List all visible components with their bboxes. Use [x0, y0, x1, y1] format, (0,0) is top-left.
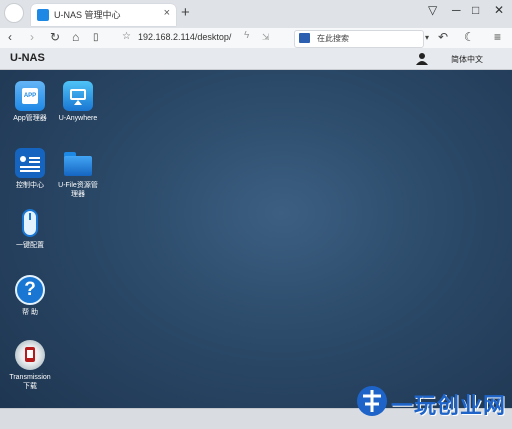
- desktop-icon-help[interactable]: ? 帮 助: [0, 275, 60, 317]
- desktop-icon-label: 帮 助: [22, 309, 38, 316]
- lightning-icon[interactable]: ϟ: [244, 30, 249, 41]
- menu-icon[interactable]: ≡: [494, 30, 501, 44]
- browser-tab-bar: U-NAS 管理中心 × + ▽ ─ □ ✕: [0, 0, 512, 28]
- reload-icon[interactable]: ↻: [50, 30, 60, 44]
- desktop-icon-one-click-config[interactable]: 一键配置: [0, 208, 60, 250]
- browser-nav-bar: ‹ › ↻ ⌂ ▯ ☆ 192.168.2.114/desktop/ ϟ ⇲ 在…: [0, 28, 512, 49]
- folder-icon: [63, 148, 93, 178]
- app-brand: U-NAS: [10, 52, 45, 64]
- home-icon[interactable]: ⌂: [72, 30, 79, 44]
- user-icon[interactable]: [416, 52, 428, 65]
- app-header: U-NAS 简体中文: [0, 48, 512, 70]
- night-mode-icon[interactable]: ☾: [464, 30, 475, 44]
- help-icon: ?: [15, 275, 45, 305]
- forward-icon[interactable]: ›: [30, 30, 34, 44]
- search-placeholder: 在此搜索: [317, 34, 349, 43]
- browser-logo-icon[interactable]: [4, 3, 24, 23]
- transmission-icon: [15, 340, 45, 370]
- url-text: 192.168.2.114/desktop/: [138, 32, 232, 42]
- maximize-button[interactable]: □: [472, 3, 479, 17]
- dropdown-icon[interactable]: ▾: [425, 33, 429, 42]
- tab-title: U-NAS 管理中心: [54, 10, 121, 20]
- search-engine-icon[interactable]: [299, 33, 310, 43]
- back-icon[interactable]: ‹: [8, 30, 12, 44]
- desktop-icon-u-anywhere[interactable]: U-Anywhere: [48, 81, 108, 123]
- search-input[interactable]: 在此搜索: [294, 30, 424, 48]
- share-icon[interactable]: ⇲: [262, 32, 270, 43]
- star-icon[interactable]: ☆: [122, 31, 131, 42]
- watermark-logo-icon: [357, 386, 387, 416]
- desktop-icon-label: Transmission下载: [9, 374, 51, 390]
- pin-icon[interactable]: ▽: [428, 3, 437, 17]
- watermark: 一玩创业网: [355, 382, 510, 422]
- browser-tab[interactable]: U-NAS 管理中心 ×: [31, 4, 176, 26]
- watermark-text: 一玩创业网: [391, 393, 507, 419]
- desktop-icon-label: 一键配置: [16, 242, 44, 249]
- remote-screen-icon: [63, 81, 93, 111]
- desktop-icon-u-file[interactable]: U-File资源管理器: [48, 148, 108, 199]
- minimize-button[interactable]: ─: [452, 3, 461, 17]
- mouse-icon: [15, 208, 45, 238]
- tab-favicon-icon: [37, 9, 49, 21]
- close-window-button[interactable]: ✕: [494, 3, 504, 17]
- tab-close-icon[interactable]: ×: [164, 7, 170, 19]
- control-panel-icon: [15, 148, 45, 178]
- desktop: APP App管理器 U-Anywhere 控制中心 U-File资源管理器 一…: [0, 70, 512, 428]
- new-tab-button[interactable]: +: [181, 4, 190, 21]
- desktop-icon-label: U-File资源管理器: [58, 182, 98, 198]
- language-selector[interactable]: 简体中文: [451, 54, 483, 65]
- desktop-icon-label: U-Anywhere: [58, 115, 98, 122]
- reader-icon[interactable]: ▯: [93, 32, 99, 43]
- app-store-icon: APP: [15, 81, 45, 111]
- desktop-icon-transmission[interactable]: Transmission下载: [0, 340, 60, 391]
- undo-icon[interactable]: ↶: [438, 30, 448, 44]
